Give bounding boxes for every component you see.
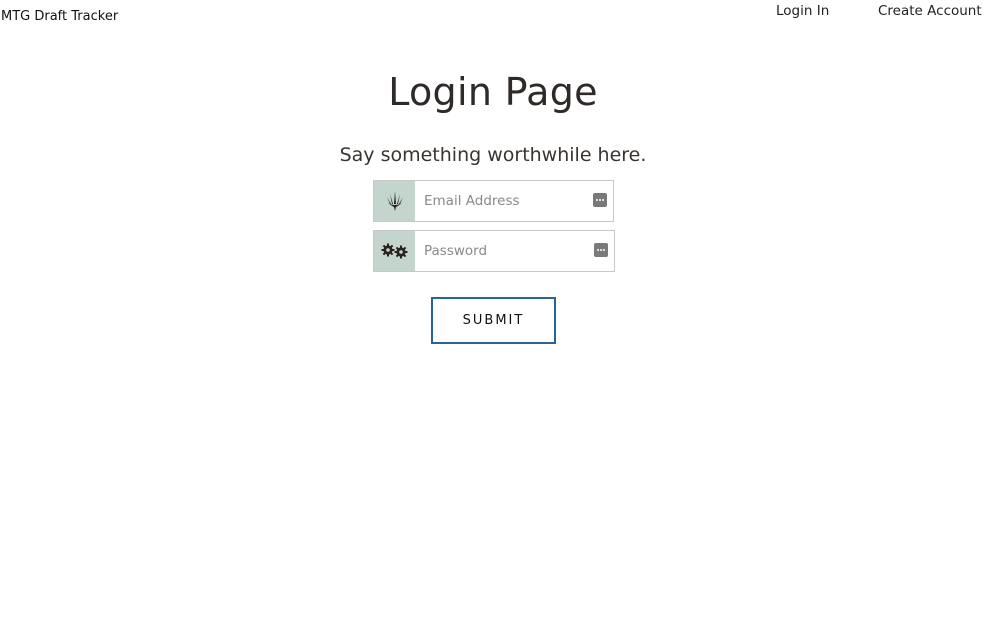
autofill-icon[interactable] [594, 243, 608, 257]
nav-create-account-link[interactable]: Create Account [878, 3, 982, 19]
email-field-group [373, 180, 614, 222]
password-field-group [373, 230, 615, 272]
page-subtitle: Say something worthwhile here. [339, 144, 647, 166]
top-navbar: MTG Draft Tracker Login In Create Accoun… [0, 0, 997, 36]
autofill-icon[interactable] [593, 193, 607, 207]
planeswalker-icon [374, 181, 415, 221]
gears-icon [374, 231, 415, 271]
brand-link[interactable]: MTG Draft Tracker [1, 9, 118, 24]
email-input[interactable] [416, 181, 586, 221]
page-title: Login Page [388, 70, 598, 114]
nav-login-link[interactable]: Login In [776, 3, 829, 19]
password-input[interactable] [416, 231, 586, 271]
submit-button[interactable]: SUBMIT [431, 297, 556, 344]
